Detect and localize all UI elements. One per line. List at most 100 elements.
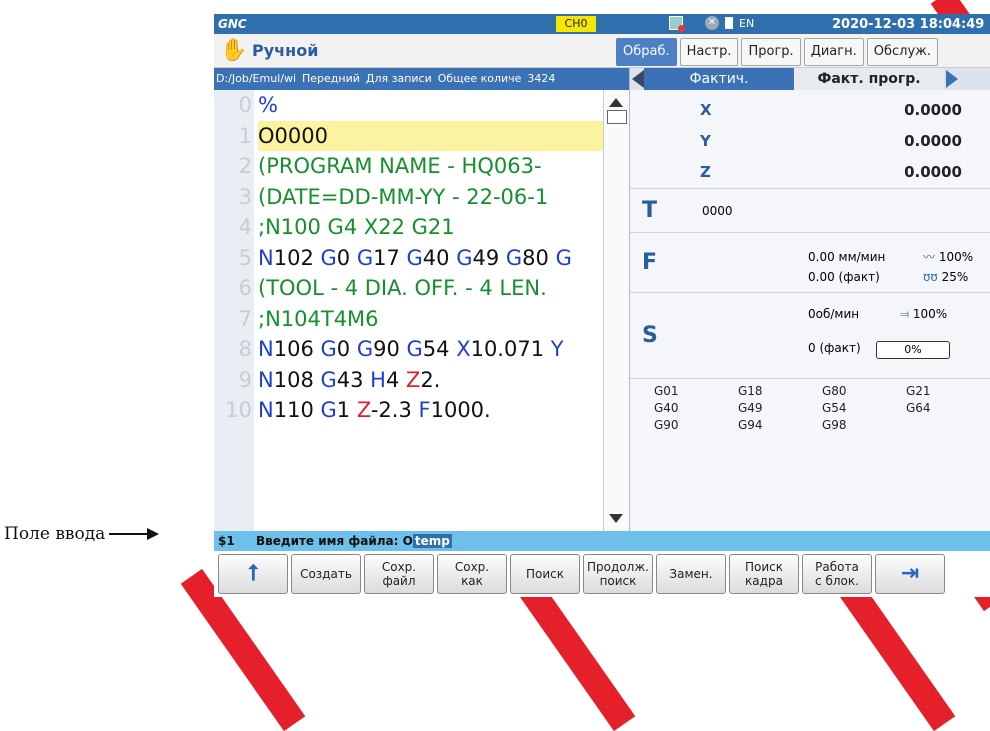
code-token: 0 bbox=[336, 245, 357, 270]
code-token: 54 bbox=[422, 337, 457, 361]
annotation-label: Поле ввода bbox=[4, 524, 106, 544]
keyboard-icon[interactable] bbox=[725, 17, 733, 29]
code-token: G bbox=[320, 337, 337, 361]
spindle-override: 100% bbox=[912, 307, 948, 321]
feed-label: F bbox=[642, 250, 658, 275]
softkey-create[interactable]: Создать bbox=[291, 554, 361, 594]
prev-arrow-icon[interactable] bbox=[632, 70, 644, 88]
softkey-block-ops[interactable]: Работа с блок. bbox=[802, 554, 872, 594]
tab-program[interactable]: Прогр. bbox=[741, 38, 801, 66]
code-line[interactable]: N106 G0 G90 G54 X10.071 Y bbox=[258, 334, 603, 365]
spindle-row: S 0об/мин ⫤ 100% 0 (факт) 0% bbox=[630, 292, 990, 378]
scroll-down-icon[interactable] bbox=[609, 514, 623, 523]
program-panel: D:/Job/Emul/wi Передний Для записи Общее… bbox=[214, 68, 630, 531]
tab-process[interactable]: Обраб. bbox=[616, 38, 677, 66]
spindle-label: S bbox=[642, 323, 658, 348]
code-token: Z bbox=[356, 398, 371, 422]
path-count: 3424 bbox=[527, 72, 556, 85]
line-number: 4 bbox=[238, 215, 252, 239]
axis-value: 0.0000 bbox=[904, 100, 962, 119]
line-number: 6 bbox=[238, 276, 252, 300]
feed-row: F 0.00 мм/мин 〰 100% 0.00 (факт) ʊʊ 25% bbox=[630, 232, 990, 292]
softkey-block-search[interactable]: Поиск кадра bbox=[729, 554, 799, 594]
code-line[interactable]: N102 G0 G17 G40 G49 G80 G bbox=[258, 243, 603, 274]
line-number: 1 bbox=[238, 123, 252, 148]
tab-service[interactable]: Обслуж. bbox=[866, 38, 938, 66]
code-line[interactable]: % bbox=[258, 90, 603, 121]
tab-actual[interactable]: Фактич. bbox=[644, 68, 794, 90]
axis-row: X 0.0000 bbox=[630, 94, 990, 125]
code-lines[interactable]: % O0000 (PROGRAM NAME - HQ063- (DATE=DD-MM-… bbox=[254, 90, 603, 531]
scroll-up-icon[interactable] bbox=[609, 98, 623, 107]
line-number: 7 bbox=[238, 306, 252, 331]
gcode-item: G01 bbox=[654, 384, 679, 398]
spindle-command: 0об/мин bbox=[808, 307, 860, 321]
softkey-continue-search[interactable]: Продолж. поиск bbox=[583, 554, 653, 594]
tool-row: T 0000 bbox=[630, 188, 990, 232]
code-line[interactable]: (PROGRAM NAME - HQ063- bbox=[258, 151, 603, 182]
code-token: G bbox=[406, 337, 423, 361]
channel-prompt: $1 bbox=[218, 534, 235, 548]
axis-positions: X 0.0000 Y 0.0000 Z 0.0000 bbox=[630, 90, 990, 188]
gcode-item: G54 bbox=[822, 401, 847, 415]
code-token: G bbox=[356, 245, 374, 270]
gcode-item: G18 bbox=[738, 384, 763, 398]
code-token: 49 bbox=[472, 245, 506, 270]
softkey-save-as[interactable]: Сохр. как bbox=[437, 554, 507, 594]
language-indicator[interactable]: EN bbox=[739, 17, 754, 30]
tab-setup[interactable]: Настр. bbox=[679, 38, 739, 66]
code-line[interactable]: O0000 bbox=[258, 120, 603, 151]
editor-scrollbar[interactable] bbox=[603, 90, 629, 531]
code-line[interactable]: (TOOL - 4 DIA. OFF. - 4 LEN. bbox=[258, 273, 603, 304]
next-page-icon[interactable]: ⇥ bbox=[875, 554, 945, 594]
axis-name: Z bbox=[700, 162, 711, 181]
scroll-thumb[interactable] bbox=[607, 110, 627, 124]
softkey-search[interactable]: Поиск bbox=[510, 554, 580, 594]
main-tabs: Обраб. Настр. Прогр. Диагн. Обслуж. bbox=[616, 38, 938, 66]
axis-value: 0.0000 bbox=[904, 131, 962, 150]
code-editor[interactable]: 0 1 2 3 4 5 6 7 8 9 10 % O0000 (PROGRAM NAME - HQ063… bbox=[214, 90, 629, 531]
code-line[interactable]: N108 G43 H4 Z2. bbox=[258, 365, 603, 396]
code-line[interactable]: ;N100 G4 X22 G21 bbox=[258, 212, 603, 243]
close-circle-icon[interactable]: ✕ bbox=[705, 16, 719, 30]
code-token: 80 bbox=[522, 245, 556, 270]
code-token: 1 bbox=[336, 398, 357, 422]
gcode-item: G40 bbox=[654, 401, 679, 415]
code-token: 17 bbox=[373, 245, 407, 270]
filename-input[interactable]: temp bbox=[412, 534, 452, 548]
code-line[interactable]: N110 G1 Z-2.3 F1000. bbox=[258, 395, 603, 426]
code-token: G bbox=[356, 337, 374, 361]
code-token: 0 bbox=[336, 337, 357, 361]
input-field-annotation: Поле ввода bbox=[4, 524, 160, 544]
code-token: ;N100 G4 X22 G21 bbox=[258, 215, 455, 239]
line-number: 10 bbox=[225, 398, 252, 422]
softkey-save-file[interactable]: Сохр. файл bbox=[364, 554, 434, 594]
gcode-item: G49 bbox=[738, 401, 763, 415]
code-line[interactable]: (DATE=DD-MM-YY - 22-06-1 bbox=[258, 182, 603, 213]
up-level-icon[interactable]: ⭡ bbox=[218, 554, 288, 594]
line-number: 2 bbox=[238, 154, 252, 178]
code-token: G bbox=[320, 245, 337, 270]
gcode-item: G80 bbox=[822, 384, 847, 398]
code-token: G bbox=[320, 367, 337, 392]
softkey-replace[interactable]: Замен. bbox=[656, 554, 726, 594]
next-arrow-icon[interactable] bbox=[946, 70, 958, 88]
command-input-line[interactable]: $1 Введите имя файла: O temp bbox=[214, 531, 990, 551]
code-token: G bbox=[456, 245, 473, 270]
feed-override: 100% bbox=[938, 250, 974, 264]
channel-indicator[interactable]: CH0 bbox=[556, 16, 596, 32]
softkey-bar: ⭡ Создать Сохр. файл Сохр. как Поиск Про… bbox=[214, 551, 990, 595]
code-line[interactable]: ;N104T4M6 bbox=[258, 304, 603, 335]
main-area: D:/Job/Emul/wi Передний Для записи Общее… bbox=[214, 68, 990, 531]
line-number: 9 bbox=[238, 367, 252, 392]
gcode-item: G98 bbox=[822, 418, 847, 432]
top-status-bar: GNC CH0 ✕ EN 2020-12-03 18:04:49 bbox=[214, 14, 990, 34]
gnc-logo: GNC bbox=[218, 17, 247, 31]
code-token: (DATE=DD-MM-YY - 22-06-1 bbox=[258, 184, 549, 209]
spindle-override-icon: ⫤ bbox=[900, 307, 910, 321]
tab-diagnostics[interactable]: Диагн. bbox=[803, 38, 864, 66]
code-token: % bbox=[258, 93, 278, 117]
spindle-values: 0об/мин ⫤ 100% 0 (факт) 0% bbox=[808, 307, 950, 371]
tab-actual-program[interactable]: Факт. прогр. bbox=[794, 68, 944, 90]
network-alarm-icon[interactable] bbox=[669, 16, 685, 32]
